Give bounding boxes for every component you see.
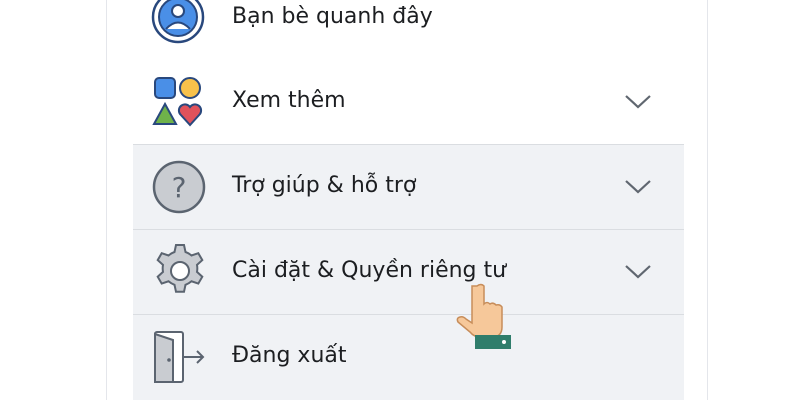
see-more-shapes-icon [151,76,207,132]
chevron-down-icon[interactable] [624,264,652,284]
nearby-friends-icon [151,0,205,48]
menu-item-help-support[interactable]: ? Trợ giúp & hỗ trợ [133,145,684,229]
menu-item-label: Đăng xuất [232,343,347,368]
menu-item-see-more[interactable]: Xem thêm [133,60,684,144]
help-question-icon: ? [151,159,207,219]
pointing-hand-icon [455,282,517,358]
menu-item-label: Xem thêm [232,88,346,113]
menu-item-label: Trợ giúp & hỗ trợ [232,173,417,198]
logout-door-icon [151,329,209,389]
chevron-down-icon[interactable] [624,94,652,114]
menu-item-label: Cài đặt & Quyền riêng tư [232,258,507,283]
settings-gear-icon [151,242,209,304]
menu-item-settings-privacy[interactable]: Cài đặt & Quyền riêng tư [133,230,684,314]
menu-item-label: Bạn bè quanh đây [232,4,433,29]
menu-item-nearby-friends[interactable]: Bạn bè quanh đây [133,0,684,56]
menu-panel: Bạn bè quanh đây Xem thêm ? Trợ giúp & h… [106,0,708,400]
menu-item-logout[interactable]: Đăng xuất [133,315,684,400]
svg-text:?: ? [172,171,187,204]
chevron-down-icon[interactable] [624,179,652,199]
